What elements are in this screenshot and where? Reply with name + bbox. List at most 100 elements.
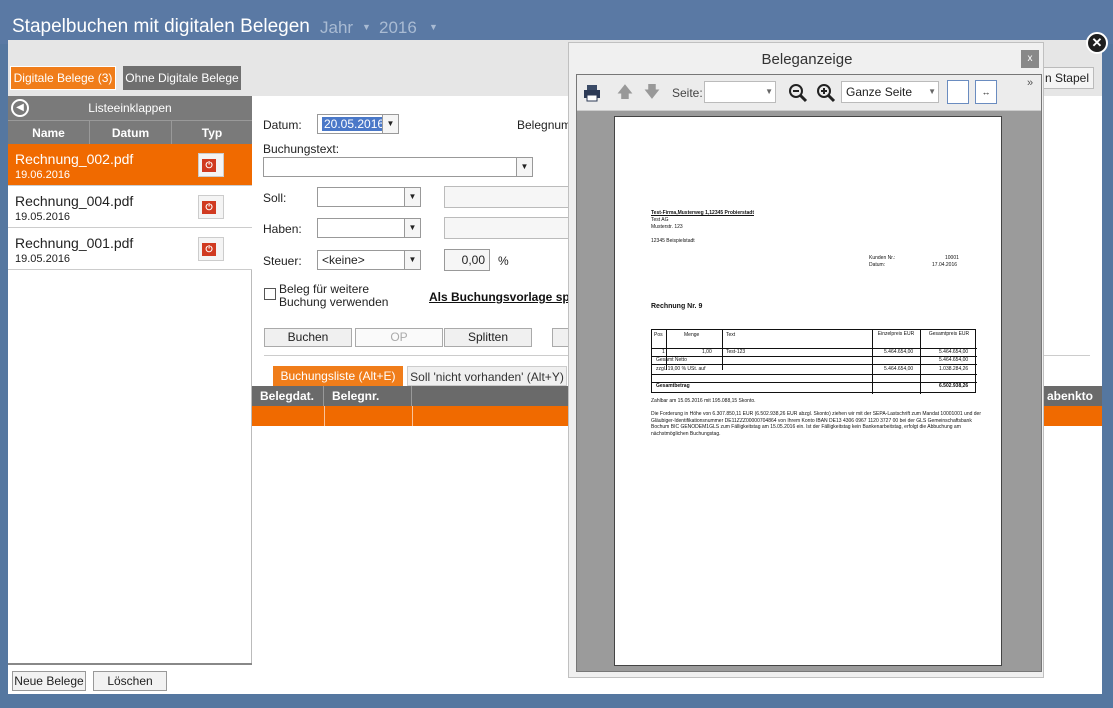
table-header: Gesamtpreis EUR [928,331,970,337]
arrow-up-icon[interactable]: 🡅 [615,83,635,103]
chevron-down-icon[interactable]: ▼ [404,219,420,237]
document-viewer-dialog: Beleganzeige x 🡅 🡇 Seite: ▼ Ganze Seite ▼… [568,42,1044,678]
arrow-down-icon[interactable]: 🡇 [642,83,662,103]
cell-gesamtpreis: 5.464.654,00 [939,349,969,355]
chevron-down-icon[interactable]: ▼ [404,251,420,269]
ust-value: 1.038.284,26 [939,366,969,372]
cell-einzelpreis: 5.464.654,00 [884,349,914,355]
soll-select[interactable]: ▼ [317,187,421,207]
pdf-icon: ⏻ [198,195,224,219]
single-page-view-icon[interactable] [947,80,969,104]
kunden-label: Kunden Nr.: [869,255,896,261]
new-belege-button[interactable]: Neue Belege [12,671,86,691]
list-footer: Neue Belege Löschen [8,663,252,694]
soll-label: Soll: [263,191,287,205]
close-icon[interactable]: x [1021,50,1039,68]
soll-description-field[interactable] [444,186,574,208]
total-value: 6.502.938,26 [939,383,969,389]
app-title: Stapelbuchen mit digitalen Belegen [12,16,310,37]
more-icon[interactable]: » [1027,77,1033,89]
column-header-belegdat[interactable]: Belegdat. [252,386,324,406]
haben-description-field[interactable] [444,217,574,239]
list-item[interactable]: Rechnung_002.pdf 19.06.2016 ⏻ [8,144,252,186]
list-item[interactable]: Rechnung_001.pdf 19.05.2016 ⏻ [8,228,252,270]
tab-digital-belege[interactable]: Digitale Belege (3) [10,66,116,90]
percent-field[interactable]: 0,00 [444,249,490,271]
total-label: Gesamtbetrag [656,383,690,389]
steuer-label: Steuer: [263,254,302,268]
year-value-dropdown[interactable]: 2016 [379,18,417,38]
column-header-habenkonto[interactable]: abenkto [1042,386,1102,406]
buchungstext-label: Buchungstext: [263,142,340,156]
column-header-datum[interactable]: Datum [89,120,171,144]
page-label: Seite: [672,86,703,100]
chevron-down-icon[interactable]: ▼ [404,188,420,206]
tab-ohne-digitale-belege[interactable]: Ohne Digitale Belege [123,66,241,90]
table-header: Einzelpreis EUR [877,331,915,337]
netto-value: 5.464.654,00 [939,357,969,363]
year-dropdown[interactable]: Jahr [320,18,353,38]
column-header-name[interactable]: Name [8,120,89,144]
pdf-icon: ⏻ [198,237,224,261]
fit-width-icon[interactable]: ↔ [975,80,997,104]
zoom-mode-value: Ganze Seite [846,85,913,99]
delete-button[interactable]: Löschen [93,671,167,691]
sepa-paragraph: Die Forderung in Höhe von 6.307.850,11 E… [651,411,981,437]
ust-label: zzgl. 19,00 % USt. auf [656,366,706,372]
buchungstext-field[interactable]: ▼ [263,157,533,177]
invoice-title: Rechnung Nr. 9 [651,303,703,310]
viewer-toolbar: 🡅 🡇 Seite: ▼ Ganze Seite ▼ ↔ » [577,75,1041,111]
cell-pos: 1 [662,349,665,355]
viewer-title: Beleganzeige [761,51,853,68]
cell-menge: 1,00 [702,349,712,355]
collapse-label: Listeeinklappen [88,101,172,115]
invoice-table: Pos Menge Text Einzelpreis EUR Gesamtpre… [651,329,977,394]
collapse-list-button[interactable]: ◀ Listeeinklappen [8,96,252,120]
splitten-button[interactable]: Splitten [444,328,532,347]
cell-text: Test-123 [726,349,746,355]
haben-label: Haben: [263,222,302,236]
column-header-typ[interactable]: Typ [171,120,252,144]
pdf-page: Test-Firma,Musterweg 1,12345 Probierstad… [614,116,1002,666]
op-button[interactable]: OP [355,328,443,347]
chevron-left-icon: ◀ [11,99,29,117]
datum-value: 17.04.2016 [932,262,958,268]
chevron-down-icon[interactable]: ▼ [382,115,398,133]
checkbox-label-line2: Buchung verwenden [279,295,389,309]
sender-line: Test-Firma,Musterweg 1,12345 Probierstad… [651,210,754,216]
page-select[interactable]: ▼ [704,81,776,103]
chevron-down-icon[interactable]: ▼ [516,158,532,176]
table-header: Pos [654,332,663,338]
buchen-button[interactable]: Buchen [264,328,352,347]
recipient-line: Musterstr. 123 [651,224,683,230]
list-item[interactable]: Rechnung_004.pdf 19.05.2016 ⏻ [8,186,252,228]
kunden-value: 10001 [945,255,959,261]
viewer-frame: 🡅 🡇 Seite: ▼ Ganze Seite ▼ ↔ » Test-Firma… [576,74,1042,672]
save-template-link[interactable]: Als Buchungsvorlage spe [429,290,576,304]
document-list-panel: ◀ Listeeinklappen Name Datum Typ Rechnun… [8,96,252,694]
tab-soll-nicht-vorhanden[interactable]: Soll 'nicht vorhanden' (Alt+Y) [407,366,567,386]
print-icon[interactable] [582,83,602,103]
reuse-checkbox[interactable] [264,288,276,300]
file-date: 19.05.2016 [15,253,71,265]
table-header: Text [726,332,736,338]
checkbox-label-line1: Beleg für weitere [279,282,370,296]
recipient-line: Test AG [651,217,669,223]
pdf-icon: ⏻ [198,153,224,177]
tab-buchungsliste[interactable]: Buchungsliste (Alt+E) [273,366,403,386]
title-bar: Stapelbuchen mit digitalen Belegen Jahr … [0,0,1113,44]
close-icon[interactable]: ✕ [1086,32,1108,54]
steuer-select[interactable]: <keine> ▼ [317,250,421,270]
datum-field[interactable]: 20.05.2016 ▼ [317,114,399,134]
zoom-mode-select[interactable]: Ganze Seite ▼ [841,81,939,103]
chevron-down-icon: ▼ [429,22,438,32]
haben-select[interactable]: ▼ [317,218,421,238]
column-header-belegnr[interactable]: Belegnr. [324,386,412,406]
steuer-value: <keine> [322,253,365,267]
zoom-in-icon[interactable] [816,83,836,103]
table-header: Menge [684,332,700,338]
percent-sign: % [498,254,509,268]
zoom-out-icon[interactable] [788,83,808,103]
file-date: 19.05.2016 [15,211,71,223]
belegnummer-label: Belegnumr [517,118,576,132]
